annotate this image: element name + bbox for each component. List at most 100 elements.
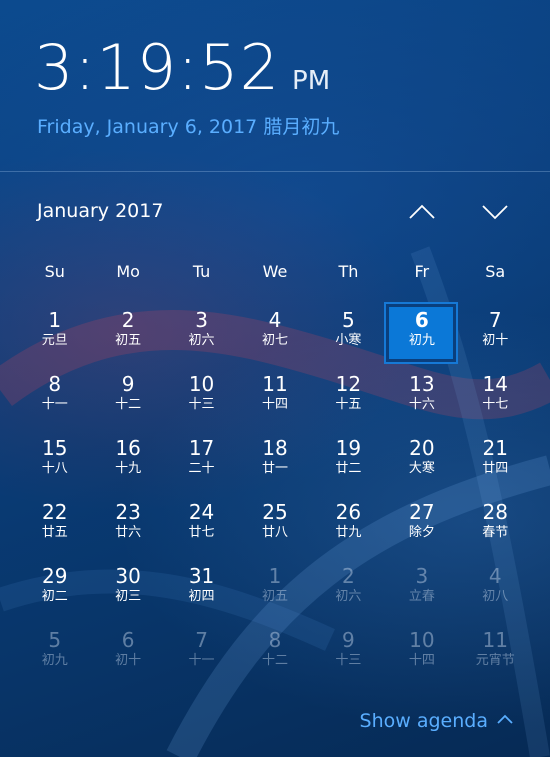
day-cell[interactable]: 18 廿一 xyxy=(238,432,311,496)
weekday-label: Th xyxy=(338,262,359,281)
day-number: 5 xyxy=(342,308,355,332)
lunar-day: 十四 xyxy=(261,397,288,412)
lunar-day: 初八 xyxy=(482,589,509,604)
day-number: 6 xyxy=(414,308,429,332)
day-cell[interactable]: 4 初八 xyxy=(459,560,532,624)
day-cell[interactable]: 28 春节 xyxy=(459,496,532,560)
day-cell[interactable]: 14 十七 xyxy=(459,368,532,432)
lunar-day: 廿四 xyxy=(482,461,509,476)
day-number: 3 xyxy=(415,564,429,588)
next-month-button[interactable] xyxy=(478,198,512,226)
day-cell[interactable]: 29 初二 xyxy=(18,560,91,624)
day-number: 19 xyxy=(335,436,362,460)
lunar-day: 初五 xyxy=(261,589,288,604)
day-cell[interactable]: 1 元旦 xyxy=(18,304,91,368)
lunar-day: 十三 xyxy=(188,397,215,412)
lunar-day: 十四 xyxy=(408,653,435,668)
day-cell[interactable]: 7 十一 xyxy=(165,624,238,688)
chevron-down-icon xyxy=(482,205,508,220)
day-cell[interactable]: 11 十四 xyxy=(238,368,311,432)
lunar-day: 廿九 xyxy=(335,525,362,540)
lunar-day: 十九 xyxy=(115,461,142,476)
current-date-link[interactable]: Friday, January 6, 2017 腊月初九 xyxy=(37,112,339,139)
day-cell[interactable]: 20 大寒 xyxy=(385,432,458,496)
previous-month-button[interactable] xyxy=(405,198,439,226)
lunar-day: 十二 xyxy=(115,397,142,412)
day-cell[interactable]: 7 初十 xyxy=(459,304,532,368)
day-number: 8 xyxy=(268,628,282,652)
day-cell[interactable]: 9 十三 xyxy=(312,624,385,688)
day-cell[interactable]: 5 初九 xyxy=(18,624,91,688)
day-cell[interactable]: 10 十四 xyxy=(385,624,458,688)
lunar-day: 大寒 xyxy=(408,461,435,476)
day-cell[interactable]: 11 元宵节 xyxy=(459,624,532,688)
day-number: 11 xyxy=(482,628,508,652)
day-cell[interactable]: 15 十八 xyxy=(18,432,91,496)
day-cell[interactable]: 21 廿四 xyxy=(459,432,532,496)
day-cell[interactable]: 30 初三 xyxy=(91,560,164,624)
day-number: 7 xyxy=(488,308,502,332)
divider xyxy=(0,171,550,172)
lunar-day: 二十 xyxy=(188,461,215,476)
lunar-day: 十八 xyxy=(41,461,68,476)
day-cell[interactable]: 5 小寒 xyxy=(312,304,385,368)
day-cell[interactable]: 2 初六 xyxy=(312,560,385,624)
day-number: 16 xyxy=(115,436,141,460)
day-number: 4 xyxy=(488,564,502,588)
lunar-day: 廿五 xyxy=(41,525,68,540)
day-number: 28 xyxy=(482,500,508,524)
day-number: 1 xyxy=(268,564,282,588)
lunar-date: 腊月初九 xyxy=(263,116,340,138)
day-number: 29 xyxy=(41,564,68,588)
day-number: 7 xyxy=(195,628,208,652)
day-number: 27 xyxy=(409,500,435,524)
day-cell[interactable]: 17 二十 xyxy=(165,432,238,496)
day-number: 22 xyxy=(41,500,68,524)
day-cell[interactable]: 19 廿二 xyxy=(312,432,385,496)
day-cell[interactable]: 22 廿五 xyxy=(18,496,91,560)
day-cell[interactable]: 25 廿八 xyxy=(238,496,311,560)
day-number: 15 xyxy=(41,436,68,460)
day-cell[interactable]: 24 廿七 xyxy=(165,496,238,560)
day-cell[interactable]: 8 十一 xyxy=(18,368,91,432)
day-number: 30 xyxy=(115,564,141,588)
day-cell[interactable]: 31 初四 xyxy=(165,560,238,624)
weekday-label: We xyxy=(262,262,288,281)
day-number: 20 xyxy=(409,436,435,460)
day-cell[interactable]: 3 立春 xyxy=(385,560,458,624)
day-cell[interactable]: 10 十三 xyxy=(165,368,238,432)
day-cell[interactable]: 23 廿六 xyxy=(91,496,164,560)
weekday-header: Su Mo Tu We Th Fr Sa xyxy=(18,262,532,286)
day-number: 3 xyxy=(195,308,208,332)
current-time: 3:19:52 xyxy=(34,31,281,104)
lunar-day: 初七 xyxy=(261,333,288,348)
weekday-label: Sa xyxy=(485,262,506,281)
lunar-day: 初二 xyxy=(41,589,68,604)
day-number: 9 xyxy=(342,628,355,652)
day-number: 24 xyxy=(188,500,215,524)
day-cell[interactable]: 26 廿九 xyxy=(312,496,385,560)
day-cell[interactable]: 2 初五 xyxy=(91,304,164,368)
lunar-day: 十三 xyxy=(335,653,362,668)
day-cell[interactable]: 12 十五 xyxy=(312,368,385,432)
day-cell[interactable]: 4 初七 xyxy=(238,304,311,368)
day-cell[interactable]: 9 十二 xyxy=(91,368,164,432)
day-cell[interactable]: 1 初五 xyxy=(238,560,311,624)
chevron-up-icon xyxy=(409,204,435,219)
day-cell[interactable]: 16 十九 xyxy=(91,432,164,496)
day-cell[interactable]: 27 除夕 xyxy=(385,496,458,560)
day-cell-today[interactable]: 6 初九 xyxy=(384,302,459,368)
lunar-day: 初九 xyxy=(41,653,68,668)
day-number: 2 xyxy=(121,308,135,332)
lunar-day: 初四 xyxy=(188,589,215,604)
month-title[interactable]: January 2017 xyxy=(37,200,163,222)
day-cell[interactable]: 13 十六 xyxy=(385,368,458,432)
lunar-day: 小寒 xyxy=(335,333,362,348)
day-number: 11 xyxy=(262,372,288,396)
day-number: 26 xyxy=(335,500,362,524)
day-cell[interactable]: 3 初六 xyxy=(165,304,238,368)
lunar-day: 十七 xyxy=(482,397,509,412)
day-cell[interactable]: 6 初十 xyxy=(91,624,164,688)
show-agenda-button[interactable]: Show agenda xyxy=(360,708,514,732)
day-cell[interactable]: 8 十二 xyxy=(238,624,311,688)
